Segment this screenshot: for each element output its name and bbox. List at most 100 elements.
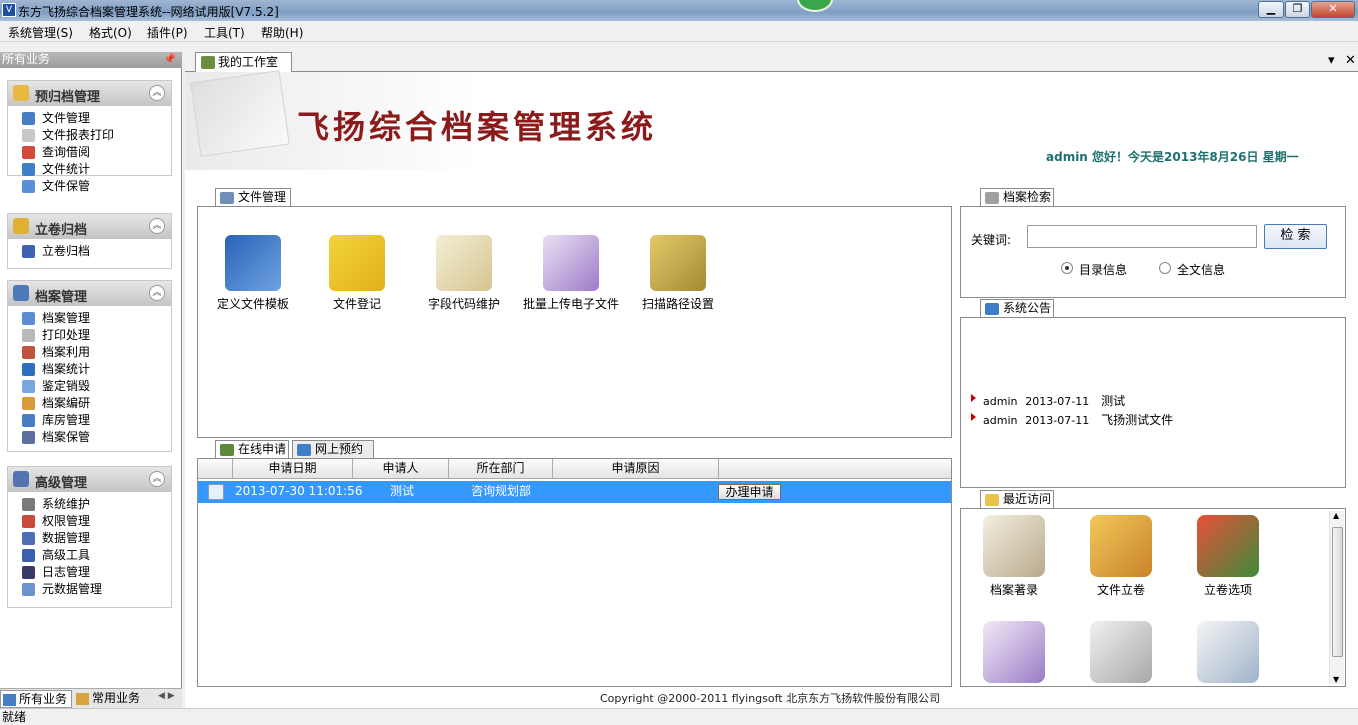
notice-item[interactable]: admin 2013-07-11 飞扬测试文件 (971, 411, 1173, 428)
sidebar-item-label: 文件管理 (42, 111, 91, 125)
file-register[interactable]: 文件登记 (302, 235, 412, 312)
maximize-button[interactable]: ❐ (1285, 1, 1310, 18)
collapse-icon[interactable]: ︽ (149, 471, 165, 487)
collapse-icon[interactable]: ︽ (149, 218, 165, 234)
field-code[interactable]: 字段代码维护 (409, 235, 519, 312)
sidebar-item-permission[interactable]: 权限管理 (8, 513, 171, 530)
notice-item[interactable]: admin 2013-07-11 测试 (971, 392, 1125, 409)
menu-format[interactable]: 格式(O) (89, 24, 132, 41)
cell-department: 咨询规划部 (471, 484, 532, 498)
title-bar: V 东方飞扬综合档案管理系统--网络试用版[V7.5.2] ▁ ❐ ✕ (0, 0, 1358, 21)
sidebar-item-label: 高级工具 (42, 548, 91, 562)
sidebar-item-adv-tools[interactable]: 高级工具 (8, 547, 171, 564)
tab-archive-search[interactable]: 档案检索 (980, 188, 1054, 207)
handle-apply-button[interactable]: 办理申请 (718, 484, 781, 500)
recent-item-5[interactable] (1071, 621, 1171, 683)
users-icon (201, 56, 215, 69)
notice-text: 飞扬测试文件 (1101, 413, 1174, 427)
sidebar-item-sys-maint[interactable]: 系统维护 (8, 496, 171, 513)
search-panel: 关键词: 检 索 目录信息 全文信息 (960, 206, 1346, 298)
scroll-down-icon[interactable]: ▼ (1333, 675, 1339, 684)
radio-unselected-icon (1159, 262, 1171, 274)
common-business-icon (76, 693, 89, 705)
menu-plugin[interactable]: 插件(P) (147, 24, 188, 41)
tab-common-business[interactable]: 常用业务 (74, 690, 146, 708)
tab-my-studio[interactable]: 我的工作室 (195, 52, 292, 72)
business-sidebar: 所有业务 📌 预归档管理 ︽ 文件管理 文件报表打印 查询借阅 文件统计 文件保… (0, 52, 182, 708)
tab-recent[interactable]: 最近访问 (980, 490, 1054, 509)
group-header[interactable]: 高级管理 ︽ (8, 467, 171, 492)
tab-online-reserve[interactable]: 网上预约 (292, 440, 374, 459)
recent-volume-options[interactable]: 立卷选项 (1178, 515, 1278, 598)
col-applicant[interactable]: 申请人 (353, 459, 449, 479)
menu-help[interactable]: 帮助(H) (261, 24, 303, 41)
keep-archive-icon (22, 431, 35, 444)
recent-archive-entry[interactable]: 档案著录 (964, 515, 1064, 598)
sidebar-item-log[interactable]: 日志管理 (8, 564, 171, 581)
cell-date: 2013-07-30 11:01:56 (235, 484, 363, 498)
col-date[interactable]: 申请日期 (233, 459, 353, 479)
close-button[interactable]: ✕ (1311, 1, 1355, 18)
banner-title: 飞扬综合档案管理系统 (297, 108, 658, 146)
collapse-icon[interactable]: ︽ (149, 285, 165, 301)
group-header[interactable]: 预归档管理 ︽ (8, 81, 171, 106)
sidebar-item-metadata[interactable]: 元数据管理 (8, 581, 171, 598)
radio-catalog[interactable]: 目录信息 (1061, 261, 1127, 278)
group-header[interactable]: 档案管理 ︽ (8, 281, 171, 306)
sidebar-item-file-report[interactable]: 文件报表打印 (8, 127, 171, 144)
recent-item-4[interactable] (964, 621, 1064, 683)
batch-upload[interactable]: 批量上传电子文件 (516, 235, 626, 312)
col-reason[interactable]: 申请原因 (553, 459, 719, 479)
sidebar-item-filing[interactable]: 立卷归档 (8, 243, 171, 260)
sidebar-item-archive-keep[interactable]: 档案保管 (8, 429, 171, 446)
scroll-up-icon[interactable]: ▲ (1333, 511, 1339, 520)
sidebar-item-archive-mgmt[interactable]: 档案管理 (8, 310, 171, 327)
table-row[interactable]: 2013-07-30 11:01:56 测试 咨询规划部 办理申请 (198, 481, 951, 503)
menu-tools[interactable]: 工具(T) (204, 24, 245, 41)
menu-system[interactable]: 系统管理(S) (8, 24, 73, 41)
sidebar-item-label: 元数据管理 (42, 582, 103, 596)
group-pre-archive: 预归档管理 ︽ 文件管理 文件报表打印 查询借阅 文件统计 文件保管 (7, 80, 172, 193)
tab-scroll-arrows[interactable]: ◀ ▶ (158, 691, 175, 701)
recent-scrollbar[interactable]: ▲ ▼ (1329, 511, 1344, 684)
sidebar-item-label: 档案利用 (42, 345, 91, 359)
log-icon (22, 566, 35, 579)
keyword-input[interactable] (1027, 225, 1257, 248)
group-header[interactable]: 立卷归档 ︽ (8, 214, 171, 239)
scan-path[interactable]: 扫描路径设置 (623, 235, 733, 312)
pin-icon[interactable]: 📌 (164, 52, 176, 67)
scroll-thumb[interactable] (1332, 527, 1343, 657)
minimize-button[interactable]: ▁ (1258, 1, 1284, 18)
pencil-icon (1090, 621, 1152, 683)
search-button[interactable]: 检 索 (1264, 224, 1327, 249)
tab-file-mgmt[interactable]: 文件管理 (215, 188, 291, 207)
recent-item-6[interactable] (1178, 621, 1278, 683)
sidebar-item-archive-stats[interactable]: 档案统计 (8, 361, 171, 378)
radio-fulltext[interactable]: 全文信息 (1159, 261, 1225, 278)
collapse-icon[interactable]: ︽ (149, 85, 165, 101)
sidebar-item-storage[interactable]: 库房管理 (8, 412, 171, 429)
sidebar-item-file-keep[interactable]: 文件保管 (8, 178, 171, 195)
close-tab-icon[interactable]: ✕ (1345, 53, 1356, 68)
notice-user: admin (983, 414, 1018, 427)
col-department[interactable]: 所在部门 (449, 459, 553, 479)
query-icon (22, 146, 35, 159)
tab-online-apply[interactable]: 在线申请 (215, 440, 289, 459)
dropdown-icon[interactable]: ▾ (1328, 53, 1335, 68)
tab-system-notice[interactable]: 系统公告 (980, 299, 1054, 318)
sidebar-item-archive-use[interactable]: 档案利用 (8, 344, 171, 361)
advanced-icon (13, 471, 29, 487)
filing-item-icon (22, 245, 35, 258)
sidebar-item-query[interactable]: 查询借阅 (8, 144, 171, 161)
sidebar-item-compile[interactable]: 档案编研 (8, 395, 171, 412)
sidebar-item-file-stats[interactable]: 文件统计 (8, 161, 171, 178)
sidebar-item-appraise[interactable]: 鉴定销毁 (8, 378, 171, 395)
sidebar-item-print[interactable]: 打印处理 (8, 327, 171, 344)
define-template[interactable]: 定义文件模板 (198, 235, 308, 312)
app-icon: V (2, 3, 16, 17)
sidebar-item-file-mgmt[interactable]: 文件管理 (8, 110, 171, 127)
tab-all-business[interactable]: 所有业务 (0, 690, 72, 708)
sidebar-item-data-mgmt[interactable]: 数据管理 (8, 530, 171, 547)
recent-file-volume[interactable]: 文件立卷 (1071, 515, 1171, 598)
notice-date: 2013-07-11 (1025, 414, 1090, 427)
